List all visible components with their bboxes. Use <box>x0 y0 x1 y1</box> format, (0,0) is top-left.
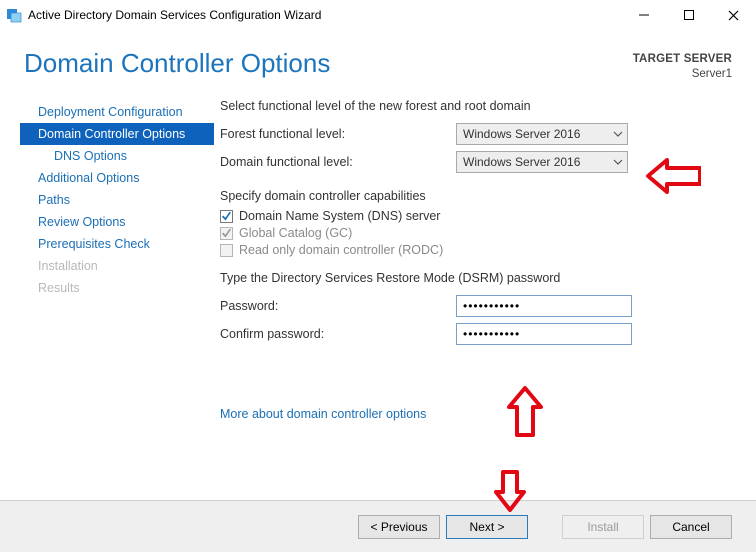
forest-level-value: Windows Server 2016 <box>463 127 580 141</box>
domain-level-dropdown[interactable]: Windows Server 2016 <box>456 151 628 173</box>
sidebar-item-additional[interactable]: Additional Options <box>20 167 214 189</box>
sidebar-item-dns-options[interactable]: DNS Options <box>20 145 214 167</box>
install-button: Install <box>562 515 644 539</box>
window-title: Active Directory Domain Services Configu… <box>28 8 621 22</box>
gc-checkbox-label: Global Catalog (GC) <box>239 226 352 240</box>
wizard-sidebar: Deployment Configuration Domain Controll… <box>20 95 214 351</box>
cancel-button[interactable]: Cancel <box>650 515 732 539</box>
capabilities-heading: Specify domain controller capabilities <box>220 189 734 203</box>
functional-heading: Select functional level of the new fores… <box>220 99 734 113</box>
gc-checkbox <box>220 227 233 240</box>
password-input[interactable] <box>456 295 632 317</box>
dns-checkbox-label: Domain Name System (DNS) server <box>239 209 440 223</box>
rodc-checkbox-label: Read only domain controller (RODC) <box>239 243 443 257</box>
next-button[interactable]: Next > <box>446 515 528 539</box>
forest-level-label: Forest functional level: <box>220 127 456 141</box>
sidebar-item-deployment[interactable]: Deployment Configuration <box>20 101 214 123</box>
main-panel: Select functional level of the new fores… <box>214 95 744 351</box>
target-value: Server1 <box>633 67 732 82</box>
chevron-down-icon <box>613 155 623 172</box>
title-bar: Active Directory Domain Services Configu… <box>0 0 756 30</box>
rodc-checkbox <box>220 244 233 257</box>
annotation-arrow-up-icon <box>505 385 545 442</box>
password-label: Password: <box>220 299 456 313</box>
more-link[interactable]: More about domain controller options <box>220 407 426 421</box>
previous-button[interactable]: < Previous <box>358 515 440 539</box>
minimize-button[interactable] <box>621 0 666 30</box>
sidebar-item-prereq[interactable]: Prerequisites Check <box>20 233 214 255</box>
page-title: Domain Controller Options <box>24 48 330 79</box>
domain-level-value: Windows Server 2016 <box>463 155 580 169</box>
close-button[interactable] <box>711 0 756 30</box>
wizard-footer: < Previous Next > Install Cancel <box>0 500 756 552</box>
target-server-block: TARGET SERVER Server1 <box>633 40 732 82</box>
forest-level-dropdown[interactable]: Windows Server 2016 <box>456 123 628 145</box>
domain-level-label: Domain functional level: <box>220 155 456 169</box>
sidebar-item-paths[interactable]: Paths <box>20 189 214 211</box>
sidebar-item-dc-options[interactable]: Domain Controller Options <box>20 123 214 145</box>
window-controls <box>621 0 756 30</box>
app-icon <box>6 7 22 23</box>
target-label: TARGET SERVER <box>633 52 732 67</box>
dns-checkbox[interactable] <box>220 210 233 223</box>
sidebar-item-review[interactable]: Review Options <box>20 211 214 233</box>
dsrm-heading: Type the Directory Services Restore Mode… <box>220 271 734 285</box>
maximize-button[interactable] <box>666 0 711 30</box>
sidebar-item-results: Results <box>20 277 214 299</box>
sidebar-item-installation: Installation <box>20 255 214 277</box>
confirm-password-label: Confirm password: <box>220 327 456 341</box>
chevron-down-icon <box>613 127 623 144</box>
confirm-password-input[interactable] <box>456 323 632 345</box>
